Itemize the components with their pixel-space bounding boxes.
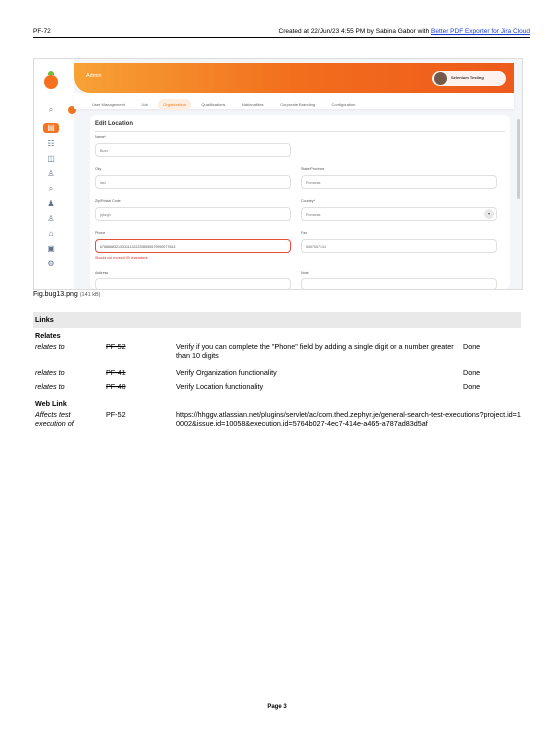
profile-name: Selenium Testing [451,75,484,80]
link-summary: Verify Location functionality [176,382,264,391]
phone-error: Should not exceed 30 characters [95,256,148,260]
maintenance-icon[interactable]: ⚙ [45,259,57,269]
link-key[interactable]: PF-41 [106,368,126,377]
avatar [434,72,447,85]
city-label: City [95,167,102,171]
link-type: relates to [35,382,65,391]
attachment-caption: Fig.bug13.png (141 kB) [33,291,101,298]
dashboard-icon[interactable]: ⌂ [45,229,57,239]
header-divider [33,37,530,38]
link-status: Done [463,368,481,377]
admin-subnav: User Management Job Organization Qualifi… [74,93,514,110]
phone-label: Phone [95,231,106,235]
phone-input[interactable]: 67886683213331113222335555579990077643 [95,239,291,253]
recruitment-icon[interactable]: ⌕ [45,184,57,194]
link-summary: Verify Organization functionality [176,368,277,377]
directory-icon[interactable]: ▣ [45,244,57,254]
page-number: Page 3 [267,704,287,710]
zip-input[interactable]: jqhzgh [95,207,291,221]
link-status: Done [463,342,481,351]
address-label: Address [95,271,109,275]
orangehrm-logo [44,71,58,89]
link-row: relates to PF-41 Verify Organization fun… [33,367,521,381]
city-input[interactable]: Iasi [95,175,291,189]
weblink-row: Affects test execution of PF-52 https://… [33,409,521,445]
nav-configuration[interactable]: Configuration [326,97,362,113]
link-key[interactable]: PF-40 [106,382,126,391]
link-row: relates to PF-40 Verify Location functio… [33,381,521,395]
created-text: Created at 22/Jun/23 4:55 PM by Sabina G… [278,28,432,35]
nav-corporate-branding[interactable]: Corporate Branding [274,97,321,113]
weblink-key: PF-52 [106,410,126,419]
state-input[interactable]: Romania [301,175,497,189]
link-type: relates to [35,368,65,377]
links-heading: Links [33,312,521,328]
nav-job[interactable]: Job [135,97,153,113]
link-summary: Verify if you can complete the "Phone" f… [176,342,454,360]
form-title: Edit Location [95,121,133,127]
scrollbar[interactable] [517,119,520,199]
relates-heading: Relates [35,331,61,340]
app-topbar: Admin Selenium Testing [74,63,514,93]
note-input[interactable] [301,278,497,289]
state-label: State/Province [301,167,325,171]
edit-location-card: Edit Location Name* Buzz City Iasi State… [90,115,510,289]
pim-icon[interactable]: ☷ [45,139,57,149]
fax-label: Fax [301,231,307,235]
attached-screenshot: ⌕ ▤ ☷ ◫ ♙ ⌕ ♟ ♙ ⌂ ▣ ⚙ Admin Selenium Tes… [33,58,523,290]
issue-key: PF-72 [33,28,51,35]
link-row: relates to PF-52 Verify if you can compl… [33,341,521,367]
name-label: Name* [95,135,106,139]
country-label: Country* [301,199,315,203]
name-input[interactable]: Buzz [95,143,291,157]
nav-nationalities[interactable]: Nationalities [236,97,270,113]
note-label: Note [301,271,309,275]
attachment-size: (141 kB) [79,292,101,298]
leave-icon[interactable]: ◫ [45,154,57,164]
form-divider [95,131,505,132]
topbar-title: Admin [86,73,102,79]
weblink-url[interactable]: https://hhggv.atlassian.net/plugins/serv… [176,410,521,428]
zip-label: Zip/Postal Code [95,199,121,203]
myinfo-icon[interactable]: ♟ [45,199,57,209]
fax-input[interactable]: 8687687134 [301,239,497,253]
nav-user-management[interactable]: User Management [86,97,131,113]
link-key[interactable]: PF-52 [106,342,126,351]
profile-menu[interactable]: Selenium Testing [432,71,506,86]
links-section: Links Relates relates to PF-52 Verify if… [33,312,521,445]
search-icon[interactable]: ⌕ [45,105,57,115]
app-sidebar: ⌕ ▤ ☷ ◫ ♙ ⌕ ♟ ♙ ⌂ ▣ ⚙ [34,59,74,289]
weblink-heading: Web Link [35,399,67,408]
performance-icon[interactable]: ♙ [45,214,57,224]
attachment-name[interactable]: Fig.bug13.png [33,291,78,298]
nav-organization[interactable]: Organization [158,99,191,110]
chevron-down-icon[interactable]: ▾ [484,209,494,219]
link-status: Done [463,382,481,391]
link-type: relates to [35,342,65,351]
nav-qualifications[interactable]: Qualifications [195,97,231,113]
admin-icon[interactable]: ▤ [43,123,59,133]
time-icon[interactable]: ♙ [45,169,57,179]
exporter-link[interactable]: Better PDF Exporter for Jira Cloud [431,28,530,35]
country-select[interactable]: Romania [301,207,497,221]
address-input[interactable] [95,278,291,289]
created-info: Created at 22/Jun/23 4:55 PM by Sabina G… [279,28,530,35]
weblink-type: Affects test execution of [35,410,74,428]
